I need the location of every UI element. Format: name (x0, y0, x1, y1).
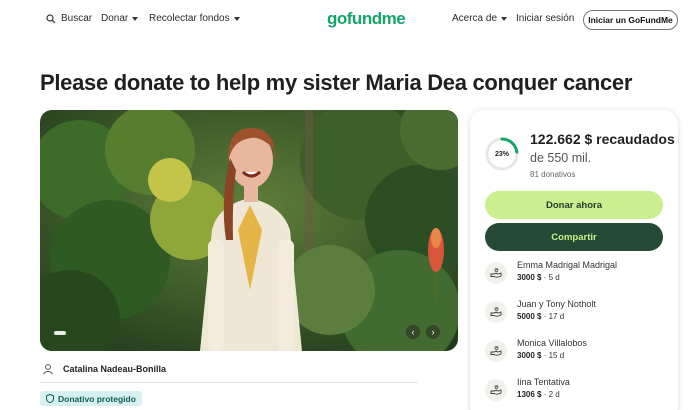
divider (40, 382, 418, 383)
gofundme-logo[interactable]: gofundme (327, 9, 406, 29)
donation-count: 81 donativos (530, 170, 576, 179)
organizer-name: Catalina Nadeau-Bonilla (63, 364, 167, 374)
about-menu[interactable]: Acerca de (452, 13, 508, 24)
donor-name: Juan y Tony Notholt (517, 299, 596, 309)
donation-icon (485, 301, 507, 323)
start-gofundme-button[interactable]: Iniciar un GoFundMe (583, 10, 678, 30)
donation-icon (485, 340, 507, 362)
donor-name: Iina Tentativa (517, 377, 570, 387)
campaign-title: Please donate to help my sister Maria De… (40, 70, 633, 95)
about-menu-label: Acerca de (452, 13, 498, 24)
donor-item: Monica Villalobos 3000 $ · 15 d (485, 338, 670, 368)
donor-time: · 15 d (541, 351, 565, 360)
donation-icon (485, 262, 507, 284)
donation-icon (485, 379, 507, 401)
chevron-down-icon (501, 16, 508, 21)
donor-amount: 3000 $ (517, 273, 542, 282)
shield-icon (46, 394, 54, 403)
fundraise-menu[interactable]: Recolectar fondos (149, 13, 240, 24)
donate-menu[interactable]: Donar (101, 13, 139, 24)
donor-time: · 5 d (541, 273, 560, 282)
donation-card: 23% 122.662 $ recaudados de 550 mil. 81 … (470, 110, 678, 410)
donor-item: Juan y Tony Notholt 5000 $ · 17 d (485, 299, 670, 329)
donor-meta: 1306 $ · 2 d (517, 390, 560, 399)
protected-badge-label: Donativo protegido (58, 393, 136, 404)
donor-name: Emma Madrigal Madrigal (517, 260, 618, 270)
donate-now-button[interactable]: Donar ahora (485, 191, 663, 219)
fundraise-menu-label: Recolectar fondos (149, 13, 230, 24)
chevron-down-icon (233, 16, 240, 21)
donor-amount: 5000 $ (517, 312, 542, 321)
chevron-left-icon: ‹ (411, 327, 415, 337)
donor-name: Monica Villalobos (517, 338, 587, 348)
chevron-down-icon (132, 16, 139, 21)
donor-meta: 3000 $ · 15 d (517, 351, 564, 360)
next-image-button[interactable]: › (426, 325, 440, 339)
donor-amount: 3000 $ (517, 351, 542, 360)
donor-meta: 5000 $ · 17 d (517, 312, 564, 321)
protected-badge[interactable]: Donativo protegido (40, 391, 142, 406)
donate-menu-label: Donar (101, 13, 129, 24)
donor-item: Iina Tentativa 1306 $ · 2 d (485, 377, 670, 407)
goal-amount: de 550 mil. (530, 151, 592, 165)
search-link[interactable]: Buscar (46, 13, 92, 24)
donor-item: Emma Madrigal Madrigal 3000 $ · 5 d (485, 260, 670, 290)
search-icon (46, 13, 56, 23)
previous-image-button[interactable]: ‹ (406, 325, 420, 339)
share-button[interactable]: Compartir (485, 223, 663, 251)
progress-percent: 23% (494, 150, 509, 158)
signin-link[interactable]: Iniciar sesión (516, 13, 574, 24)
carousel-indicator[interactable] (54, 331, 66, 335)
search-label: Buscar (61, 13, 93, 24)
campaign-image (40, 110, 458, 351)
donor-meta: 3000 $ · 5 d (517, 273, 560, 282)
campaign-photo[interactable]: ‹ › (40, 110, 458, 351)
top-nav: Buscar Donar Recolectar fondos gofundme … (0, 0, 696, 40)
organizer-row[interactable]: Catalina Nadeau-Bonilla (40, 359, 418, 379)
amount-raised: 122.662 $ recaudados (530, 131, 675, 147)
donor-amount: 1306 $ (517, 390, 542, 399)
signin-label: Iniciar sesión (516, 13, 575, 24)
donor-time: · 17 d (541, 312, 565, 321)
user-icon (43, 364, 53, 375)
chevron-right-icon: › (431, 327, 435, 337)
donor-time: · 2 d (541, 390, 560, 399)
